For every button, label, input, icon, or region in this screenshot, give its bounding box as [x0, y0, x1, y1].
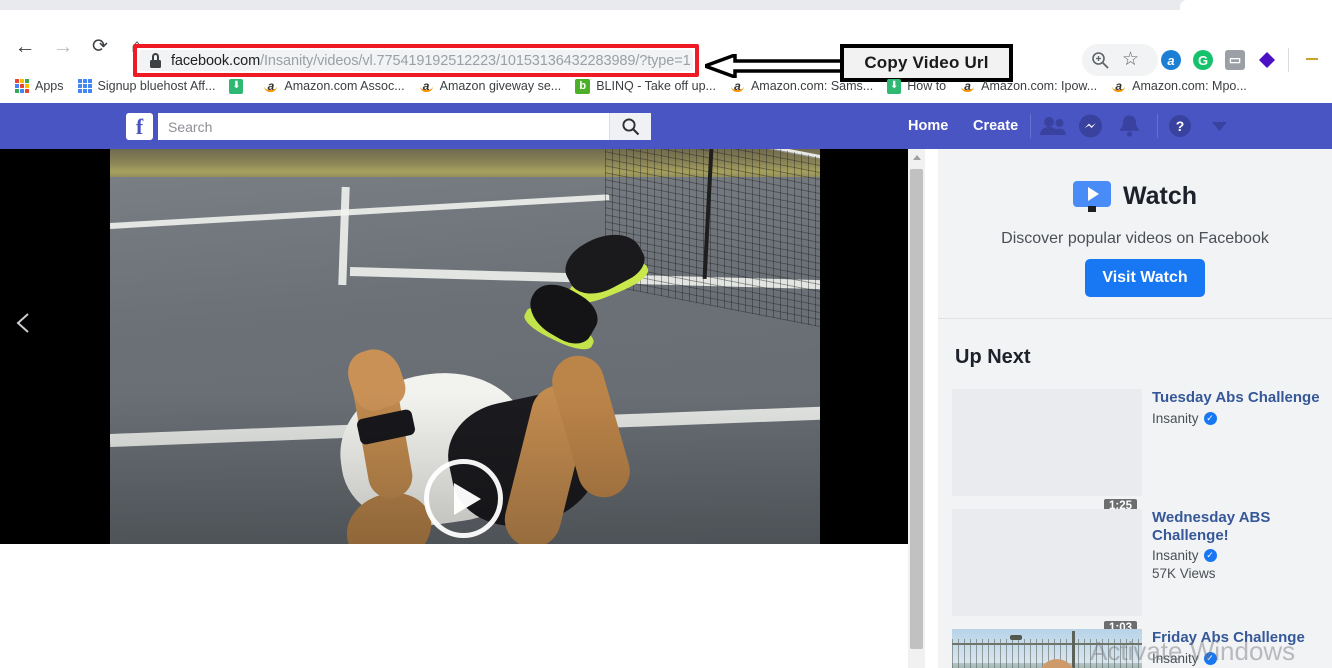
nav-divider	[1030, 114, 1031, 138]
bookmark-blinq[interactable]: b BLINQ - Take off up...	[568, 74, 723, 98]
apps-grid-icon	[15, 79, 29, 93]
account-caret-icon[interactable]	[1212, 121, 1227, 131]
url-text: facebook.com/Insanity/videos/vl.77541919…	[171, 53, 691, 69]
grammarly-icon[interactable]: G	[1193, 50, 1213, 70]
watch-header: Watch	[938, 181, 1332, 212]
scroll-up-arrow-icon[interactable]	[908, 149, 925, 166]
lock-icon	[149, 53, 162, 68]
url-path: /Insanity/videos/vl.775419192512223/1015…	[260, 52, 691, 69]
up-next-heading: Up Next	[955, 346, 1031, 368]
page-name: Insanity	[1152, 410, 1199, 426]
download-icon: ⬇	[887, 78, 902, 94]
video-info: Wednesday ABS Challenge! Insanity ✓ 57K …	[1152, 509, 1330, 581]
bookmark-label: Apps	[35, 79, 64, 93]
bookmarks-bar: Apps Signup bluehost Aff... ⬇ a Amazon.c…	[0, 72, 1332, 100]
scrollbar-thumb[interactable]	[910, 169, 923, 649]
bookmark-label: Signup bluehost Aff...	[97, 79, 216, 93]
thumb-pole	[1072, 631, 1075, 668]
nav-create-link[interactable]: Create	[973, 118, 1018, 134]
tab-strip	[0, 0, 1332, 10]
watch-subtitle: Discover popular videos on Facebook	[1001, 230, 1269, 247]
address-bar[interactable]: facebook.com/Insanity/videos/vl.77541919…	[139, 50, 693, 71]
nav-home-link[interactable]: Home	[908, 118, 948, 134]
callout-label: Copy Video Url	[864, 53, 989, 72]
video-page: Insanity ✓	[1152, 411, 1330, 426]
bookmark-amazon-ipow[interactable]: a Amazon.com: Ipow...	[953, 74, 1104, 98]
nav-divider	[1157, 114, 1158, 138]
video-page: Insanity ✓	[1152, 548, 1330, 563]
notifications-bell-icon[interactable]	[1119, 115, 1140, 138]
verified-badge-icon: ✓	[1203, 549, 1217, 563]
toolbar-divider	[1288, 48, 1289, 72]
bookmark-label: Amazon.com: Sams...	[750, 79, 874, 93]
video-player[interactable]	[0, 149, 908, 544]
amazon-icon: a	[730, 79, 745, 93]
watch-promo-card: Watch Discover popular videos on Faceboo…	[938, 149, 1332, 319]
watch-tv-icon	[1072, 181, 1111, 212]
right-sidebar: Watch Discover popular videos on Faceboo…	[938, 149, 1332, 668]
amazon-icon: a	[263, 79, 278, 93]
svg-text:?: ?	[1176, 118, 1185, 134]
bookmark-apps[interactable]: Apps	[8, 74, 71, 98]
bookmark-label: Amazon.com: Mpo...	[1132, 79, 1247, 93]
post-info-section: 5 Minute Abs for Thursday! Like Comment …	[0, 548, 908, 668]
amazon-icon: a	[419, 79, 434, 93]
video-thumbnail[interactable]	[952, 389, 1142, 496]
zoom-in-icon[interactable]	[1090, 50, 1110, 70]
bookmark-how-to[interactable]: ⬇ How to	[880, 74, 953, 98]
screencast-icon[interactable]: ▭	[1225, 50, 1245, 70]
search-magnifier-icon[interactable]	[609, 113, 651, 140]
back-arrow-icon[interactable]: ←	[10, 31, 40, 61]
url-host: facebook.com	[171, 52, 261, 69]
search-input[interactable]	[158, 118, 609, 135]
bookmark-download[interactable]: ⬇	[222, 74, 256, 98]
bookmark-amazon-sams[interactable]: a Amazon.com: Sams...	[723, 74, 880, 98]
bookmark-label: Amazon.com Assoc...	[284, 79, 405, 93]
messenger-icon[interactable]	[1079, 114, 1102, 138]
purple-diamond-icon[interactable]	[1257, 50, 1277, 70]
bookmark-label: Amazon giveway se...	[439, 79, 562, 93]
amazon-icon: a	[960, 79, 975, 93]
bookmark-label: BLINQ - Take off up...	[596, 79, 716, 93]
bookmark-signup-bluehost[interactable]: Signup bluehost Aff...	[71, 74, 223, 98]
window-minimize-icon[interactable]	[1306, 58, 1318, 60]
browser-chrome: ⁞ ← → ⟳ ⌂ facebook.com/Insanity/videos/v…	[0, 0, 1332, 100]
verified-badge-icon: ✓	[1203, 411, 1217, 425]
video-info: Tuesday Abs Challenge Insanity ✓	[1152, 389, 1330, 426]
page-scrollbar[interactable]	[908, 149, 925, 668]
forward-arrow-icon[interactable]: →	[48, 31, 78, 61]
facebook-search-box[interactable]	[158, 113, 651, 140]
reload-icon[interactable]: ⟳	[85, 31, 115, 61]
friend-requests-icon[interactable]	[1040, 116, 1066, 136]
activate-windows-watermark: Activate Windows	[1090, 636, 1296, 666]
bookmark-star-icon[interactable]: ☆	[1122, 50, 1139, 70]
video-views: 57K Views	[1152, 566, 1216, 582]
bookmark-amazon-assoc[interactable]: a Amazon.com Assoc...	[256, 74, 411, 98]
grid-icon	[77, 79, 92, 93]
bookmark-amazon-mpo[interactable]: a Amazon.com: Mpo...	[1104, 74, 1254, 98]
blinq-icon: b	[575, 78, 591, 94]
navigation-toolbar: ← → ⟳ ⌂ facebook.com/Insanity/videos/vl.…	[0, 10, 1332, 82]
page-name: Insanity	[1152, 548, 1199, 564]
bookmark-amazon-giveaway[interactable]: a Amazon giveway se...	[412, 74, 569, 98]
chevron-left-icon[interactable]	[12, 311, 36, 335]
amazon-icon: a	[1111, 79, 1126, 93]
bookmark-label: Amazon.com: Ipow...	[981, 79, 1098, 93]
amazon-assistant-icon[interactable]: a	[1161, 50, 1181, 70]
video-title[interactable]: Tuesday Abs Challenge	[1152, 389, 1330, 407]
bookmark-label: How to	[907, 79, 947, 93]
help-question-icon[interactable]: ?	[1169, 115, 1191, 137]
play-circle-icon[interactable]	[424, 459, 503, 538]
video-title[interactable]: Wednesday ABS Challenge!	[1152, 509, 1330, 544]
visit-watch-button[interactable]: Visit Watch	[1085, 259, 1205, 297]
browser-tab[interactable]	[1180, 0, 1332, 10]
thumb-lamp	[1010, 635, 1022, 640]
video-thumbnail[interactable]	[952, 509, 1142, 616]
facebook-f-logo[interactable]: f	[126, 113, 153, 140]
watch-title: Watch	[1122, 182, 1198, 210]
download-icon: ⬇	[229, 78, 244, 94]
